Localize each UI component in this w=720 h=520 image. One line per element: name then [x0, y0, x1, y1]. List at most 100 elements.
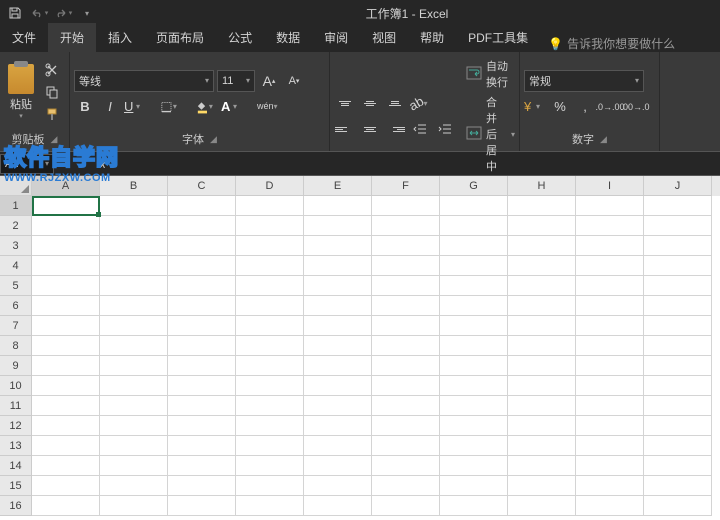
cell[interactable] [440, 416, 508, 436]
cell[interactable] [576, 216, 644, 236]
cell[interactable] [304, 296, 372, 316]
phonetic-button[interactable]: wén ▾ [257, 96, 279, 118]
decrease-font-icon[interactable]: A▾ [283, 70, 305, 92]
cell[interactable] [372, 236, 440, 256]
cell[interactable] [32, 316, 100, 336]
cell[interactable] [236, 496, 304, 516]
cell[interactable] [508, 396, 576, 416]
row-header[interactable]: 12 [0, 416, 32, 436]
cell[interactable] [508, 496, 576, 516]
row-header[interactable]: 9 [0, 356, 32, 376]
cell[interactable] [576, 496, 644, 516]
cell[interactable] [508, 236, 576, 256]
cell[interactable] [440, 296, 508, 316]
cell[interactable] [168, 236, 236, 256]
cell[interactable] [644, 276, 712, 296]
cell[interactable] [440, 236, 508, 256]
cell[interactable] [100, 456, 168, 476]
column-header[interactable]: D [236, 176, 304, 196]
cell[interactable] [100, 416, 168, 436]
cell[interactable] [644, 256, 712, 276]
cell[interactable] [32, 436, 100, 456]
cell[interactable] [440, 316, 508, 336]
cell[interactable] [372, 376, 440, 396]
row-header[interactable]: 1 [0, 196, 32, 216]
cell[interactable] [508, 456, 576, 476]
cell[interactable] [100, 436, 168, 456]
cell[interactable] [576, 316, 644, 336]
cell[interactable] [372, 416, 440, 436]
cell[interactable] [32, 216, 100, 236]
column-header[interactable]: I [576, 176, 644, 196]
cell[interactable] [576, 196, 644, 216]
cell[interactable] [100, 256, 168, 276]
cell[interactable] [100, 216, 168, 236]
cell[interactable] [372, 216, 440, 236]
cell[interactable] [32, 416, 100, 436]
cell[interactable] [440, 436, 508, 456]
paste-button[interactable]: 粘贴 ▾ [4, 58, 38, 126]
wrap-text-button[interactable]: 自动换行 [466, 58, 515, 90]
cell[interactable] [508, 436, 576, 456]
row-header[interactable]: 3 [0, 236, 32, 256]
cell[interactable] [168, 476, 236, 496]
cell[interactable] [508, 196, 576, 216]
cell[interactable] [236, 196, 304, 216]
cell[interactable] [644, 476, 712, 496]
orientation-button[interactable]: ab▾ [409, 92, 431, 114]
cell[interactable] [576, 276, 644, 296]
tab-review[interactable]: 审阅 [312, 23, 360, 52]
cell[interactable] [440, 476, 508, 496]
tell-me-search[interactable]: 💡 告诉我你想要做什么 [540, 35, 720, 52]
italic-button[interactable]: I [99, 96, 121, 118]
cell[interactable] [168, 336, 236, 356]
row-header[interactable]: 7 [0, 316, 32, 336]
cell[interactable] [576, 436, 644, 456]
cell[interactable] [168, 216, 236, 236]
cell[interactable] [440, 216, 508, 236]
cell[interactable] [644, 196, 712, 216]
cell[interactable] [32, 356, 100, 376]
cell[interactable] [372, 456, 440, 476]
cell[interactable] [508, 356, 576, 376]
cell[interactable] [372, 296, 440, 316]
cell[interactable] [372, 276, 440, 296]
cancel-formula-icon[interactable]: ✕ [62, 157, 71, 170]
tab-file[interactable]: 文件 [0, 23, 48, 52]
cell[interactable] [100, 296, 168, 316]
column-header[interactable]: J [644, 176, 712, 196]
row-header[interactable]: 13 [0, 436, 32, 456]
align-middle-icon[interactable] [359, 93, 381, 113]
cell[interactable] [576, 376, 644, 396]
column-header[interactable]: H [508, 176, 576, 196]
align-right-icon[interactable] [384, 119, 406, 139]
cell[interactable] [236, 276, 304, 296]
cell[interactable] [644, 216, 712, 236]
cell[interactable] [508, 256, 576, 276]
cell[interactable] [372, 436, 440, 456]
cell[interactable] [508, 316, 576, 336]
cell[interactable] [304, 356, 372, 376]
column-header[interactable]: F [372, 176, 440, 196]
save-icon[interactable] [4, 2, 26, 24]
cell[interactable] [100, 476, 168, 496]
cell[interactable] [644, 336, 712, 356]
increase-font-icon[interactable]: A▴ [258, 70, 280, 92]
font-name-dropdown[interactable]: 等线▾ [74, 70, 214, 92]
redo-icon[interactable]: ▾ [52, 2, 74, 24]
cell[interactable] [100, 336, 168, 356]
cell[interactable] [304, 276, 372, 296]
cell[interactable] [304, 336, 372, 356]
font-color-button[interactable]: A ▾ [221, 96, 243, 118]
cell[interactable] [576, 236, 644, 256]
cell[interactable] [304, 236, 372, 256]
cell[interactable] [236, 416, 304, 436]
cell[interactable] [644, 456, 712, 476]
cell[interactable] [168, 496, 236, 516]
cell[interactable] [508, 216, 576, 236]
cell[interactable] [508, 476, 576, 496]
qat-customize-icon[interactable]: ▾ [76, 2, 98, 24]
format-painter-icon[interactable] [42, 104, 62, 124]
cell[interactable] [168, 436, 236, 456]
decrease-decimal-icon[interactable]: .00→.0 [624, 96, 646, 118]
